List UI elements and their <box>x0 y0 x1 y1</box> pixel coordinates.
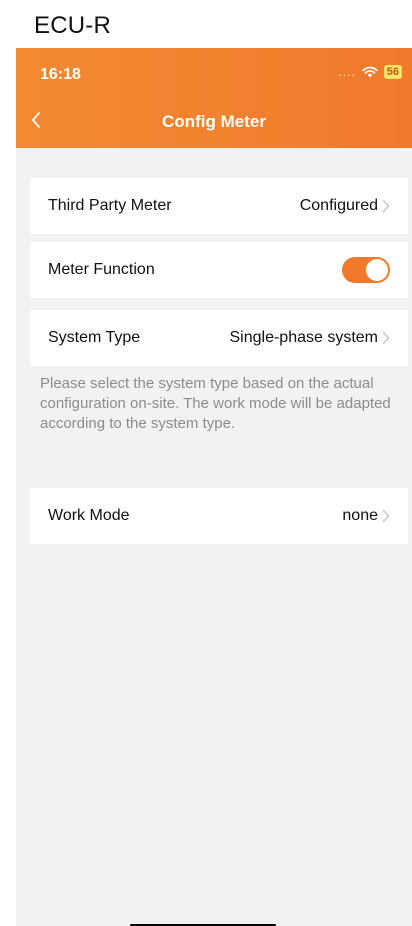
work-mode-value-group: none <box>342 507 390 525</box>
chevron-right-icon <box>382 509 390 523</box>
app-caption: ECU-R <box>34 12 111 39</box>
system-type-value-group: Single-phase system <box>229 329 390 347</box>
status-time: 16:18 <box>40 66 81 83</box>
phone-screen: 16:18 .... 56 Config Meter Third Party M… <box>16 48 412 926</box>
battery-icon: 56 <box>383 65 402 79</box>
system-type-value: Single-phase system <box>229 329 378 346</box>
meter-function-label: Meter Function <box>48 261 155 278</box>
header-bar: 16:18 .... 56 Config Meter <box>16 48 412 148</box>
system-type-label: System Type <box>48 329 141 346</box>
work-mode-row[interactable]: Work Mode none <box>30 488 408 544</box>
work-mode-value: none <box>342 507 378 524</box>
system-type-note: Please select the system type based on t… <box>40 375 391 432</box>
signal-dots: .... <box>338 65 356 79</box>
status-indicators: .... 56 <box>338 65 402 79</box>
chevron-right-icon <box>382 331 390 345</box>
third-party-meter-value-group: Configured <box>300 197 390 215</box>
system-type-row[interactable]: System Type Single-phase system <box>30 310 408 366</box>
meter-function-toggle[interactable] <box>342 257 390 283</box>
work-mode-label: Work Mode <box>48 507 130 524</box>
third-party-meter-value: Configured <box>299 197 378 214</box>
wifi-icon <box>362 66 378 78</box>
third-party-meter-label: Third Party Meter <box>48 197 172 214</box>
toggle-knob <box>366 259 388 281</box>
third-party-meter-row[interactable]: Third Party Meter Configured <box>30 178 408 234</box>
meter-function-row: Meter Function <box>30 242 408 298</box>
page-title: Config Meter <box>162 112 266 131</box>
chevron-right-icon <box>382 199 390 213</box>
